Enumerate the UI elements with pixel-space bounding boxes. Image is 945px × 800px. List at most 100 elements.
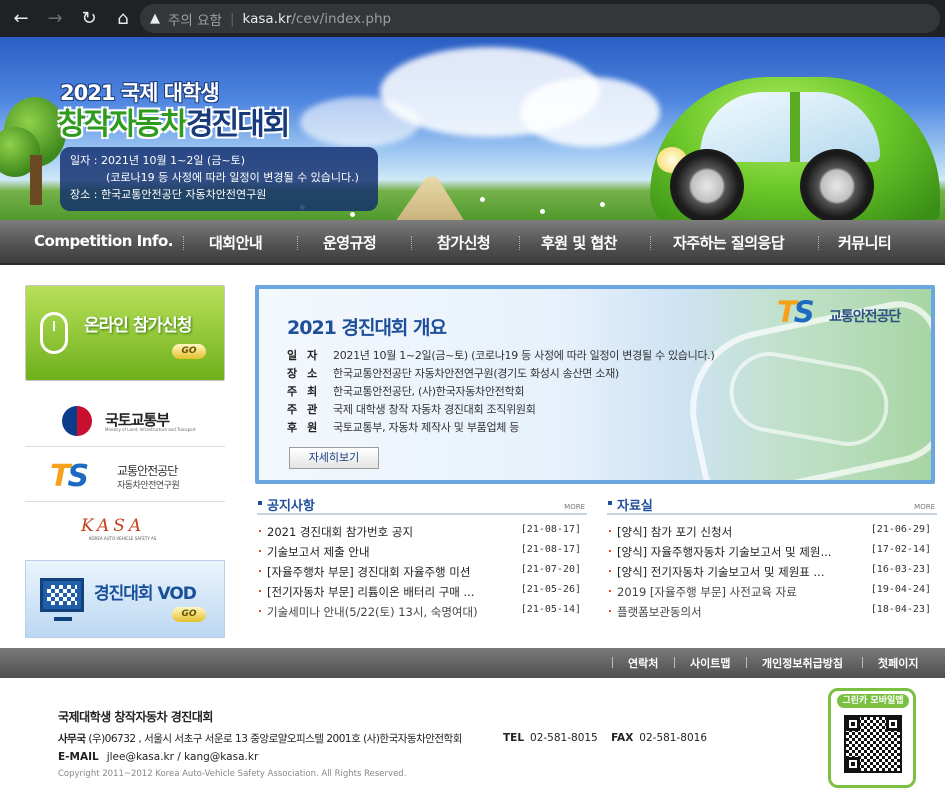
ts-name: 교통안전공단	[117, 464, 178, 478]
reload-icon[interactable]: ↻	[76, 6, 102, 32]
notice-more-link[interactable]: MORE	[564, 503, 585, 511]
nav-community[interactable]: 커뮤니티	[838, 232, 892, 253]
footer-link-contact[interactable]: 연락처	[628, 655, 658, 671]
molit-subtitle: Ministry of Land, Infrastructure and Tra…	[105, 427, 196, 432]
list-item-title[interactable]: [양식] 자율주행자동차 기술보고서 및 제원...	[617, 544, 867, 560]
online-application-label: 온라인 참가신청	[84, 316, 192, 336]
footer-link-home[interactable]: 첫페이지	[878, 655, 918, 671]
online-go-button[interactable]: GO	[172, 344, 206, 359]
forward-icon[interactable]: →	[42, 6, 68, 32]
overview-details: 일자 2021년 10월 1~2일(금~토) (코로나19 등 사정에 따라 일정…	[287, 347, 715, 437]
hero-banner: 2021 국제 대학생 창작자동차경진대회 일자 : 2021년 10월 1~2…	[0, 37, 945, 220]
nav-apply[interactable]: 참가신청	[437, 232, 491, 253]
car-wheel	[800, 149, 874, 220]
list-item-title[interactable]: 기술세미나 안내(5/22(토) 13시, 숙명여대)	[267, 604, 517, 620]
list-item[interactable]: 기술세미나 안내(5/22(토) 13시, 숙명여대) [21-05-14]	[257, 604, 587, 624]
notice-title[interactable]: 공지사항	[258, 495, 315, 514]
list-item-date: [21-07-20]	[520, 564, 581, 575]
footer-fax: 02-581-8016	[639, 732, 707, 744]
resources-more-link[interactable]: MORE	[914, 503, 935, 511]
footer-fax-label: FAX	[611, 732, 634, 744]
warning-icon: ▲	[150, 11, 160, 26]
list-item[interactable]: 2021 경진대회 참가번호 공지 [21-08-17]	[257, 524, 587, 544]
footer-tel-label: TEL	[503, 732, 525, 744]
tree-trunk	[30, 155, 42, 205]
list-item-date: [21-05-14]	[520, 604, 581, 615]
list-item[interactable]: [양식] 전기자동차 기술보고서 및 제원표 ... [16-03-23]	[607, 564, 937, 584]
nav-faq[interactable]: 자주하는 질의응답	[673, 232, 785, 253]
footer-divider	[862, 657, 863, 668]
overview-value: 국토교통부, 자동차 제작사 및 부품업체 등	[333, 421, 520, 434]
vod-banner[interactable]: 경진대회 VOD GO	[25, 560, 225, 638]
list-item[interactable]: [양식] 참가 포기 신청서 [21-06-29]	[607, 524, 937, 544]
url-path: /cev/index.php	[291, 10, 392, 27]
overview-logo-name: 교통안전공단	[829, 309, 901, 325]
list-item-date: [21-08-17]	[520, 544, 581, 555]
banner-title: 창작자동차경진대회	[58, 99, 290, 143]
ts-logo-link[interactable]: TS 교통안전공단 자동차안전연구원	[25, 447, 225, 502]
car-pillar	[790, 92, 800, 162]
vod-go-button[interactable]: GO	[172, 607, 206, 622]
footer-nav: 연락처 사이트맵 개인정보취급방침 첫페이지	[0, 648, 945, 678]
mobile-app-qr[interactable]: 그린카 모바일앱	[828, 688, 916, 788]
overview-row: 일자 2021년 10월 1~2일(금~토) (코로나19 등 사정에 따라 일정…	[287, 347, 715, 365]
list-item-title[interactable]: 기술보고서 제출 안내	[267, 544, 517, 560]
list-item[interactable]: 2019 [자율주행 부문] 사전교육 자료 [19-04-24]	[607, 584, 937, 604]
molit-logo-link[interactable]: 국토교통부 Ministry of Land, Infrastructure a…	[25, 392, 225, 447]
kasa-logo-link[interactable]: KASA KOREA AUTO-VEHICLE SAFETY AS	[25, 502, 225, 557]
nav-about[interactable]: 대회안내	[209, 232, 263, 253]
footer-address: 사무국 (우)06732 , 서울시 서초구 서운로 13 중앙로얄오피스텔 2…	[58, 731, 462, 746]
home-icon[interactable]: ⌂	[110, 6, 136, 32]
overview-row: 주관 국제 대학생 창작 자동차 경진대회 조직위원회	[287, 401, 714, 419]
list-item-date: [21-06-29]	[870, 524, 931, 535]
list-item-title[interactable]: 2019 [자율주행 부문] 사전교육 자료	[617, 584, 867, 600]
notice-board: 공지사항 MORE 2021 경진대회 참가번호 공지 [21-08-17] 기술…	[257, 495, 587, 624]
list-item-title[interactable]: [전기자동차 부문] 리튬이온 배터리 구매 ...	[267, 584, 517, 600]
list-item[interactable]: [양식] 자율주행자동차 기술보고서 및 제원... [17-02-14]	[607, 544, 937, 564]
back-icon[interactable]: ←	[8, 6, 34, 32]
main-nav: Competition Info. 대회안내 운영규정 참가신청 후원 및 협찬…	[0, 220, 945, 265]
list-item-title[interactable]: 플랫폼보관동의서	[617, 604, 867, 620]
footer-org-title: 국제대학생 창작자동차 경진대회	[58, 710, 213, 724]
info-date: 일자 : 2021년 10월 1~2일 (금~토)	[70, 154, 246, 167]
list-item-date: [16-03-23]	[870, 564, 931, 575]
footer-email: E-MAIL jlee@kasa.kr / kang@kasa.kr	[58, 751, 258, 763]
kasa-subtitle: KOREA AUTO-VEHICLE SAFETY AS	[89, 536, 157, 541]
footer-link-sitemap[interactable]: 사이트맵	[690, 655, 730, 671]
vod-label: 경진대회 VOD	[94, 584, 197, 604]
security-warning: 주의 요함	[168, 12, 222, 29]
footer-link-privacy[interactable]: 개인정보취급방침	[762, 655, 843, 671]
list-item-title[interactable]: [양식] 참가 포기 신청서	[617, 524, 867, 540]
overview-value: 한국교통안전공단, (사)한국자동차안전학회	[333, 385, 525, 398]
list-item-title[interactable]: [자율주행차 부문] 경진대회 자율주행 미션	[267, 564, 517, 580]
list-item-title[interactable]: [양식] 전기자동차 기술보고서 및 제원표 ...	[617, 564, 867, 580]
taegeuk-emblem-icon	[62, 406, 92, 436]
overview-key: 주관	[287, 403, 328, 416]
list-item-date: [21-08-17]	[520, 524, 581, 535]
url-host: kasa.kr	[242, 10, 292, 27]
list-item[interactable]: [전기자동차 부문] 리튬이온 배터리 구매 ... [21-05-26]	[257, 584, 587, 604]
detail-button[interactable]: 자세히보기	[289, 447, 379, 469]
address-bar[interactable]: ▲ 주의 요함 | kasa.kr /cev/index.php	[140, 4, 940, 33]
nav-rules[interactable]: 운영규정	[323, 232, 377, 253]
footer-email-text[interactable]: jlee@kasa.kr / kang@kasa.kr	[107, 751, 259, 763]
info-note: (코로나19 등 사정에 따라 일정이 변경될 수 있습니다.)	[106, 171, 359, 184]
list-item[interactable]: [자율주행차 부문] 경진대회 자율주행 미션 [21-07-20]	[257, 564, 587, 584]
footer-divider	[674, 657, 675, 668]
resources-list: [양식] 참가 포기 신청서 [21-06-29] [양식] 자율주행자동차 기술…	[607, 524, 937, 624]
list-item[interactable]: 플랫폼보관동의서 [18-04-23]	[607, 604, 937, 624]
list-item[interactable]: 기술보고서 제출 안내 [21-08-17]	[257, 544, 587, 564]
online-application-banner[interactable]: 온라인 참가신청 GO	[25, 285, 225, 381]
overview-panel: 2021 경진대회 개요 TS 교통안전공단 일자 2021년 10월 1~2일(…	[255, 285, 935, 484]
overview-row: 후원 국토교통부, 자동차 제작사 및 부품업체 등	[287, 419, 714, 437]
nav-sponsors[interactable]: 후원 및 협찬	[541, 232, 617, 253]
resources-title[interactable]: 자료실	[608, 495, 653, 514]
list-item-title[interactable]: 2021 경진대회 참가번호 공지	[267, 524, 517, 540]
cloud	[520, 77, 660, 147]
notice-list: 2021 경진대회 참가번호 공지 [21-08-17] 기술보고서 제출 안내[…	[257, 524, 587, 624]
banner-title-highlight: 창작자동차	[58, 107, 188, 142]
nav-competition-info[interactable]: Competition Info.	[34, 232, 173, 250]
monitor-icon	[40, 578, 84, 612]
car-wheel	[670, 149, 744, 220]
nav-divider	[650, 236, 651, 250]
